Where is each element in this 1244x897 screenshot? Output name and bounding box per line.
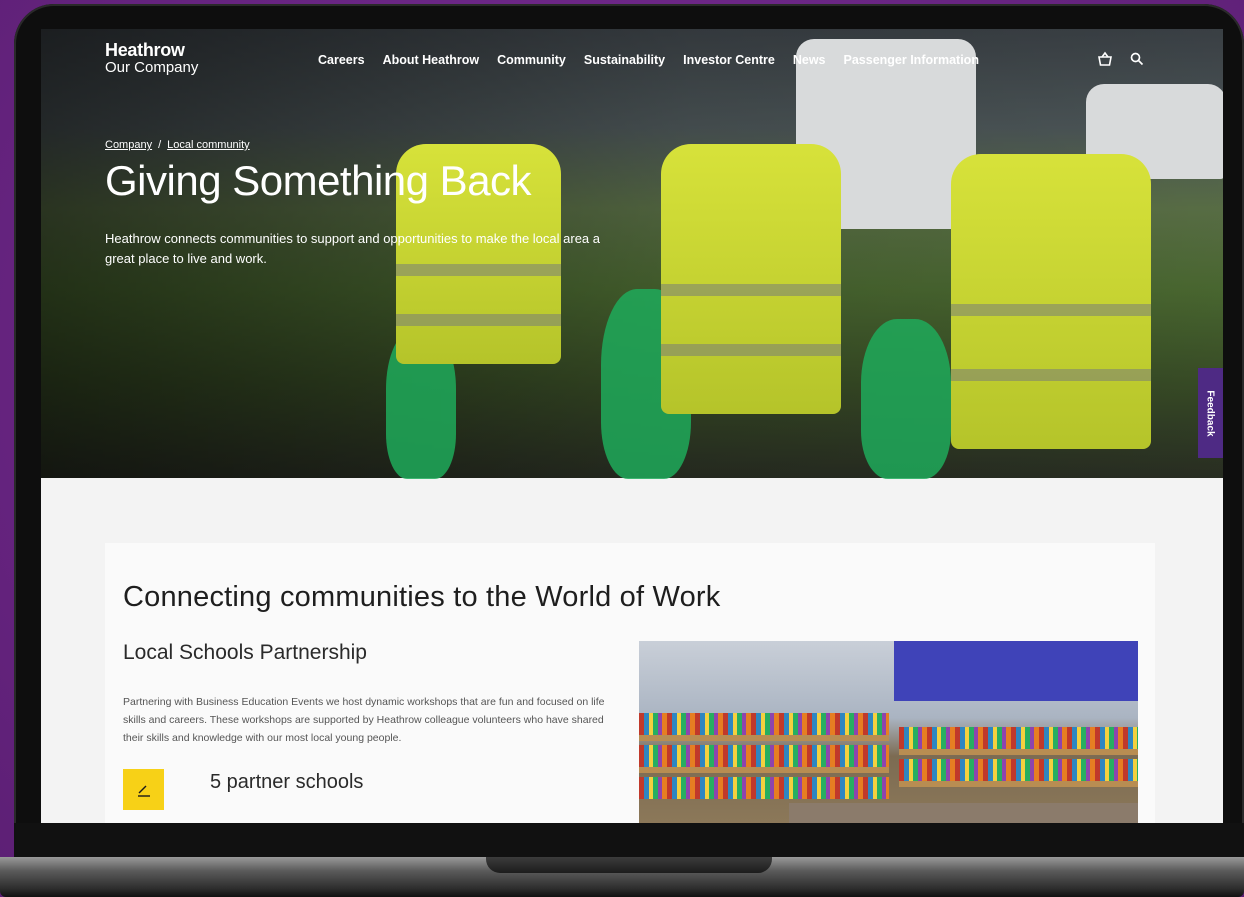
- hero-photo-vest: [951, 154, 1151, 449]
- pencil-icon: [123, 769, 164, 810]
- breadcrumb: Company / Local community: [105, 139, 250, 151]
- main-nav: Careers About Heathrow Community Sustain…: [318, 53, 979, 67]
- hero-description: Heathrow connects communities to support…: [105, 231, 600, 266]
- basket-icon[interactable]: [1097, 51, 1113, 67]
- hero-photo-vest: [661, 144, 841, 414]
- hero-photo-bag: [861, 319, 951, 479]
- stat-partner-schools: 5 partner schools: [210, 771, 364, 793]
- nav-item-sustainability[interactable]: Sustainability: [584, 53, 665, 67]
- nav-item-careers[interactable]: Careers: [318, 53, 365, 67]
- section-title: Connecting communities to the World of W…: [123, 581, 721, 613]
- logo-subtitle: Our Company: [105, 59, 199, 76]
- nav-icons: [1097, 51, 1145, 67]
- search-icon[interactable]: [1129, 51, 1145, 67]
- library-photo: [639, 641, 1138, 823]
- feedback-button[interactable]: Feedback: [1198, 368, 1223, 458]
- nav-item-passenger-information[interactable]: Passenger Information: [844, 53, 979, 67]
- heathrow-logo[interactable]: Heathrow Our Company: [105, 41, 198, 75]
- feedback-label: Feedback: [1205, 389, 1217, 437]
- breadcrumb-local-community[interactable]: Local community: [167, 139, 250, 151]
- section-subtitle: Local Schools Partnership: [123, 641, 367, 664]
- nav-item-community[interactable]: Community: [497, 53, 566, 67]
- breadcrumb-separator: /: [158, 139, 162, 151]
- section-body: Partnering with Business Education Event…: [123, 696, 605, 744]
- laptop-notch: [486, 857, 772, 873]
- nav-item-news[interactable]: News: [793, 53, 826, 67]
- laptop-screen: Heathrow Our Company Careers About Heath…: [41, 29, 1223, 823]
- page-title: Giving Something Back: [105, 157, 532, 204]
- hero-banner: Heathrow Our Company Careers About Heath…: [41, 29, 1223, 479]
- content-card: Connecting communities to the World of W…: [105, 543, 1155, 823]
- logo-brand: Heathrow: [105, 40, 185, 60]
- nav-item-about-heathrow[interactable]: About Heathrow: [383, 53, 480, 67]
- laptop-bezel: [14, 823, 1244, 857]
- nav-item-investor-centre[interactable]: Investor Centre: [683, 53, 775, 67]
- breadcrumb-company[interactable]: Company: [105, 139, 152, 151]
